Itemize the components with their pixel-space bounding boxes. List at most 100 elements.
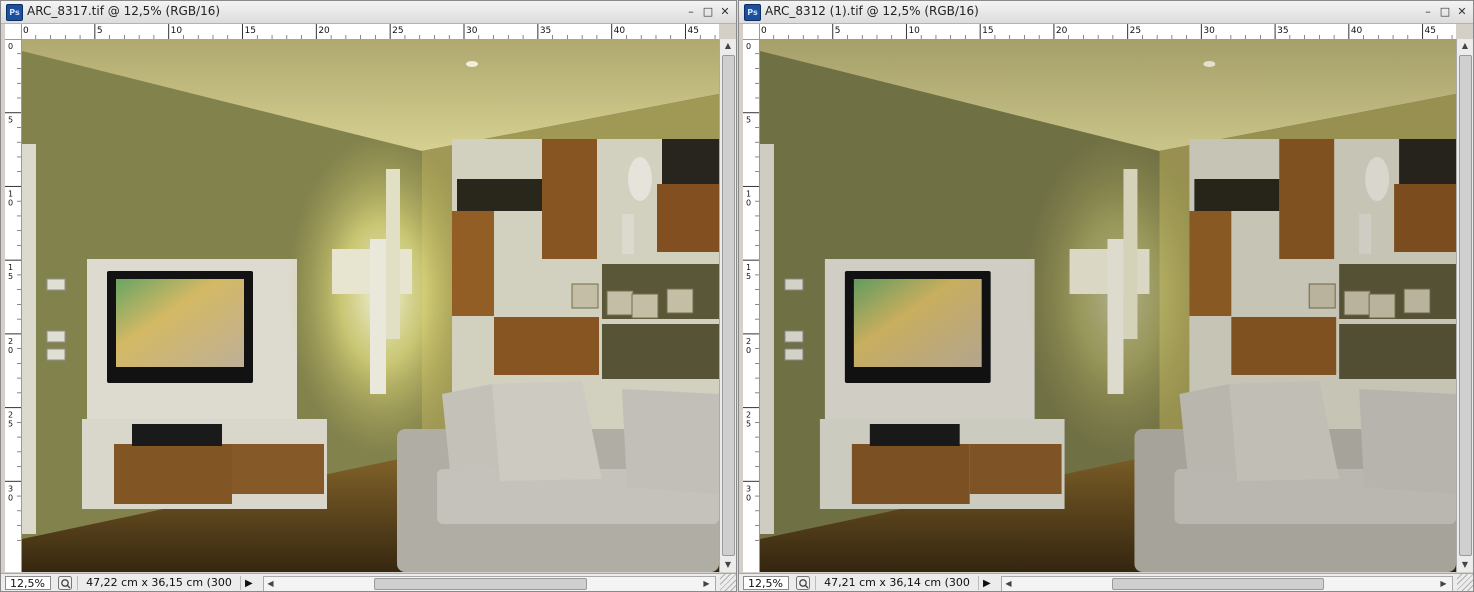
ruler-v-label: 0 xyxy=(8,42,13,51)
ruler-h-label: 10 xyxy=(171,26,183,36)
ruler-v-label: 5 xyxy=(8,272,13,281)
zoom-level-field[interactable]: 12,5% xyxy=(5,576,51,590)
ruler-h-label: 20 xyxy=(318,26,330,36)
room-photo xyxy=(760,39,1456,572)
vertical-ruler[interactable]: 051015202530 xyxy=(743,39,760,572)
horizontal-scroll-thumb[interactable] xyxy=(374,578,587,590)
horizontal-scrollbar[interactable]: ◀ ▶ xyxy=(1001,576,1453,591)
ruler-h-label: 0 xyxy=(23,26,29,36)
vertical-ruler[interactable]: 051015202530 xyxy=(5,39,22,572)
ruler-v-label: 2 xyxy=(8,411,13,420)
ruler-h-label: 45 xyxy=(688,26,699,36)
ruler-v-label: 3 xyxy=(8,484,13,493)
ruler-h-label: 10 xyxy=(908,26,920,36)
ruler-v-label: 0 xyxy=(746,198,751,207)
ruler-v-label: 1 xyxy=(8,189,13,198)
ruler-h-label: 20 xyxy=(1056,26,1068,36)
image-canvas[interactable] xyxy=(760,39,1456,572)
maximize-icon: □ xyxy=(1439,5,1451,18)
ruler-h-label: 25 xyxy=(392,26,403,36)
horizontal-scrollbar[interactable]: ◀ ▶ xyxy=(263,576,716,591)
image-canvas[interactable] xyxy=(22,39,719,572)
minimize-button[interactable]: – xyxy=(1421,5,1435,19)
ruler-h-label: 35 xyxy=(540,26,551,36)
photoshop-icon: Ps xyxy=(744,4,761,21)
status-bar: 12,5% 47,22 cm x 36,15 cm (300 ppi) ▶ ◀ … xyxy=(1,573,736,591)
ruler-v-label: 5 xyxy=(746,272,751,281)
ruler-v-label: 0 xyxy=(8,493,13,502)
title-bar[interactable]: Ps ARC_8312 (1).tif @ 12,5% (RGB/16) – □… xyxy=(739,1,1473,24)
document-window-2[interactable]: Ps ARC_8312 (1).tif @ 12,5% (RGB/16) – □… xyxy=(738,0,1474,592)
horizontal-ruler[interactable]: 0 5 10 15 20 25 30 35 40 45 xyxy=(21,24,719,40)
minimize-icon: – xyxy=(688,5,694,18)
close-button[interactable]: ✕ xyxy=(1455,5,1469,19)
arrow-right-icon[interactable]: ▶ xyxy=(1437,577,1450,591)
ruler-v-label: 1 xyxy=(746,263,751,272)
close-button[interactable]: ✕ xyxy=(718,5,732,19)
arrow-left-icon[interactable]: ◀ xyxy=(1002,577,1015,591)
status-menu-icon[interactable] xyxy=(796,576,810,590)
vertical-scroll-thumb[interactable] xyxy=(1459,55,1472,556)
ruler-v-label: 0 xyxy=(8,198,13,207)
minimize-button[interactable]: – xyxy=(684,5,698,19)
ruler-h-label: 35 xyxy=(1277,26,1288,36)
document-window-1[interactable]: Ps ARC_8317.tif @ 12,5% (RGB/16) – □ ✕ 0… xyxy=(0,0,737,592)
ruler-h-label: 30 xyxy=(466,26,478,36)
ruler-h-label: 25 xyxy=(1130,26,1141,36)
arrow-up-icon[interactable]: ▲ xyxy=(1457,39,1473,53)
arrow-right-icon[interactable]: ▶ xyxy=(983,577,991,590)
ruler-v-label: 2 xyxy=(746,337,751,346)
ruler-v-label: 3 xyxy=(746,484,751,493)
ruler-v-label: 5 xyxy=(746,116,751,125)
ruler-h-label: 45 xyxy=(1425,26,1436,36)
maximize-icon: □ xyxy=(702,5,714,18)
ruler-h-label: 15 xyxy=(982,26,993,36)
ruler-h-label: 30 xyxy=(1203,26,1215,36)
ruler-v-label: 0 xyxy=(8,346,13,355)
arrow-right-icon[interactable]: ▶ xyxy=(245,577,253,590)
document-size-info: 47,22 cm x 36,15 cm (300 ppi) xyxy=(77,576,241,591)
arrow-left-icon[interactable]: ◀ xyxy=(264,577,277,591)
horizontal-scroll-thumb[interactable] xyxy=(1112,578,1324,590)
vertical-scrollbar[interactable]: ▲ ▼ xyxy=(719,39,736,572)
room-photo xyxy=(22,39,719,572)
ruler-origin[interactable] xyxy=(5,24,22,40)
maximize-button[interactable]: □ xyxy=(701,5,715,19)
ruler-v-label: 1 xyxy=(746,189,751,198)
window-title: ARC_8312 (1).tif @ 12,5% (RGB/16) xyxy=(765,4,979,18)
document-size-info: 47,21 cm x 36,14 cm (300 ppi) xyxy=(815,576,979,591)
horizontal-ruler[interactable]: 0 5 10 15 20 25 30 35 40 45 xyxy=(759,24,1456,40)
status-menu-icon[interactable] xyxy=(58,576,72,590)
ruler-h-label: 5 xyxy=(835,26,841,36)
vertical-scrollbar[interactable]: ▲ ▼ xyxy=(1456,39,1473,572)
ruler-h-label: 40 xyxy=(1351,26,1363,36)
ruler-h-label: 15 xyxy=(245,26,256,36)
arrow-right-icon[interactable]: ▶ xyxy=(700,577,713,591)
ruler-v-label: 0 xyxy=(746,42,751,51)
photoshop-icon: Ps xyxy=(6,4,23,21)
close-icon: ✕ xyxy=(720,5,730,18)
title-bar[interactable]: Ps ARC_8317.tif @ 12,5% (RGB/16) – □ ✕ xyxy=(1,1,736,24)
ruler-h-label: 40 xyxy=(614,26,626,36)
arrow-up-icon[interactable]: ▲ xyxy=(720,39,736,53)
arrow-down-icon[interactable]: ▼ xyxy=(1457,558,1473,572)
ruler-v-label: 0 xyxy=(746,346,751,355)
ruler-v-label: 5 xyxy=(746,420,751,429)
resize-grip[interactable] xyxy=(720,574,736,591)
ruler-v-label: 2 xyxy=(746,411,751,420)
close-icon: ✕ xyxy=(1457,5,1467,18)
ruler-v-label: 2 xyxy=(8,337,13,346)
window-title: ARC_8317.tif @ 12,5% (RGB/16) xyxy=(27,4,221,18)
vertical-scroll-thumb[interactable] xyxy=(722,55,735,556)
ruler-h-label: 0 xyxy=(761,26,767,36)
zoom-level-field[interactable]: 12,5% xyxy=(743,576,789,590)
ruler-v-label: 5 xyxy=(8,420,13,429)
maximize-button[interactable]: □ xyxy=(1438,5,1452,19)
ruler-v-label: 0 xyxy=(746,493,751,502)
ruler-origin[interactable] xyxy=(743,24,760,40)
ruler-v-label: 1 xyxy=(8,263,13,272)
arrow-down-icon[interactable]: ▼ xyxy=(720,558,736,572)
minimize-icon: – xyxy=(1425,5,1431,18)
resize-grip[interactable] xyxy=(1457,574,1473,591)
status-bar: 12,5% 47,21 cm x 36,14 cm (300 ppi) ▶ ◀ … xyxy=(739,573,1473,591)
